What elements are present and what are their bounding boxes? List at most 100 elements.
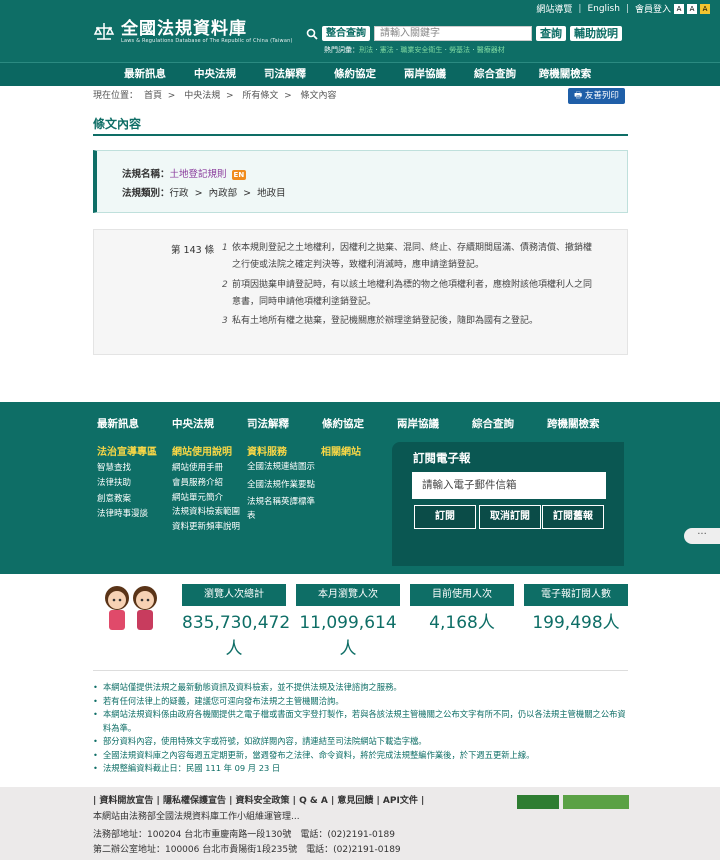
english-link[interactable]: English [587,4,620,14]
footer-link[interactable]: 網站單元簡介 [172,491,240,506]
nav-latest-news[interactable]: 最新訊息 [110,63,180,86]
search-bar: 整合查詢 請輸入關鍵字 查詢 輔助說明 [306,26,622,41]
stat-value: 835,730,472人 [182,613,291,659]
breadcrumb-current: 條文內容 [300,91,337,101]
print-button[interactable]: 🖶 友善列印 [568,88,625,104]
old-newsletters-button[interactable]: 訂閱舊報 [542,505,604,529]
nav-treaties[interactable]: 條約協定 [320,63,390,86]
subscribe-button[interactable]: 訂閱 [414,505,476,529]
logo-scales-icon [93,23,115,40]
notice-list: 本網站僅提供法規之最新動態資訊及資料檢索，並不提供法規及法律諮詢之服務。 若有任… [93,670,628,776]
nav-cross-agency-search[interactable]: 跨機關檢索 [530,63,600,86]
footer-nav-item[interactable]: 中央法規 [172,416,247,431]
footer-nav-item[interactable]: 兩岸協議 [397,416,472,431]
email-input[interactable]: 請輸入電子郵件信箱 [412,472,606,499]
stat-total-visits: 瀏覽人次總計 835,730,472人 [182,584,291,662]
font-small-button[interactable]: A [674,3,684,14]
article-paragraph: 3 私有土地所有權之拋棄，登記機關應於辦理塗銷登記後，隨即為國有之登記。 [222,316,539,326]
stat-value: 199,498人 [532,613,620,633]
font-large-button[interactable]: A [700,3,710,14]
nav-integrated-search[interactable]: 綜合查詢 [460,63,530,86]
help-button[interactable]: 輔助說明 [570,26,622,41]
site-logo[interactable]: 全國法規資料庫 Laws & Regulations Database of T… [93,20,293,44]
hot-terms: 熱門詞彙：刑法 ‧ 憲法 ‧ 職業安全衛生 ‧ 勞基法 ‧ 醫療器材 [324,46,505,54]
sitemap-link[interactable]: 網站導覽 [536,2,572,15]
category-link[interactable]: 地政目 [257,188,286,199]
footer-col-data-service: 資料服務 全國法規連結圖示 全國法規作業要點 法規名稱英譯標準表 [247,446,315,523]
footer-link[interactable]: 資料更新頻率說明 [172,520,240,535]
footer-col-law-promotion: 法治宣導專區 智慧查找 法律扶助 創意教案 法律時事漫談 [97,446,165,522]
unsubscribe-button[interactable]: 取消訂閱 [479,505,541,529]
notice-item: 全國法規資料庫之內容每週五定期更新，當週發布之法律、命令資料，將於完成法規整編作… [93,749,628,763]
header: 網站導覽 | English | 會員登入 A A A 全國法規資料庫 Laws &… [0,0,720,62]
logo-subtitle: Laws & Regulations Database of The Repub… [121,38,293,44]
article-paragraph: 1 依本規則登記之土地權利，因權利之拋棄、混同、終止、存續期間屆滿、債務清償、撤銷… [222,243,593,270]
footer-link[interactable]: 全國法規作業要點 [247,479,315,493]
footer-link[interactable]: 智慧查找 [97,461,165,476]
footer-link[interactable]: 會員服務介紹 [172,476,240,491]
article-number: 第 143 條 [171,245,215,256]
footer-link[interactable]: 網站使用手冊 [172,461,240,476]
footer-link[interactable]: 法規資料檢索範圍 [172,505,240,520]
hot-term[interactable]: 刑法 [359,46,373,54]
top-links: 網站導覽 | English | 會員登入 A A A [536,2,710,15]
search-button[interactable]: 查詢 [536,26,566,41]
breadcrumb-central-laws[interactable]: 中央法規 [184,91,220,101]
footer-link[interactable]: 法規名稱英譯標準表 [247,496,315,523]
mascot-illustration [105,586,157,630]
newsletter-title: 訂閱電子報 [413,451,471,465]
footer-nav-item[interactable]: 最新訊息 [97,416,172,431]
page-title: 條文內容 [93,117,142,131]
hot-term[interactable]: 勞基法 [449,46,470,54]
hot-term[interactable]: 醫療器材 [477,46,505,54]
footer-col-site-help: 網站使用說明 網站使用手冊 會員服務介紹 網站單元簡介 法規資料檢索範圍 資料更… [172,446,240,535]
footer-nav-item[interactable]: 綜合查詢 [472,416,547,431]
stat-monthly-visits: 本月瀏覽人次 11,099,614人 [296,584,400,662]
category-link[interactable]: 行政 [170,188,189,199]
stat-value: 11,099,614人 [299,613,397,659]
footer-link[interactable]: 全國法規連結圖示 [247,461,315,475]
footer-link[interactable]: 法律扶助 [97,476,165,491]
notice-item: 本網站僅提供法規之最新動態資訊及資料檢索，並不提供法規及法律諮詢之服務。 [93,681,628,695]
breadcrumb-home[interactable]: 首頁 [144,91,162,101]
notice-item[interactable]: 部分資料內容，使用特殊文字或符號，如欲詳閱內容，請連結至司法院網站下載造字檔。 [93,735,628,749]
law-category-row: 法規類別：行政 > 內政部 > 地政目 [122,188,286,199]
hot-term[interactable]: 職業安全衛生 [400,46,442,54]
law-name-link[interactable]: 土地登記規則 [170,169,227,180]
article-box: 第 143 條 1 依本規則登記之土地權利，因權利之拋棄、混同、終止、存續期間屆滿… [93,229,628,355]
footer-nav-item[interactable]: 跨機關檢索 [547,416,622,431]
footer-nav-item[interactable]: 司法解釋 [247,416,322,431]
footer-nav-item[interactable]: 條約協定 [322,416,397,431]
breadcrumb-all-articles[interactable]: 所有條文 [242,91,278,101]
footer-link[interactable]: 創意教案 [97,492,165,507]
address-main: 法務部地址：100204 台北市重慶南路一段130號 電話：(02)2191-0… [93,830,395,840]
scroll-top-button[interactable]: ··· [684,528,720,544]
nav-cross-strait[interactable]: 兩岸協議 [390,63,460,86]
footer-link[interactable]: 法律時事漫談 [97,507,165,522]
member-login-link[interactable]: 會員登入 [635,2,671,15]
notice-item: 本網站法規資料係由政府各機關提供之電子檔或書面文字登打製作，若與各該法規主管機關… [93,708,628,735]
print-icon: 🖶 [574,91,585,101]
hot-term[interactable]: 憲法 [380,46,394,54]
font-medium-button[interactable]: A [687,3,697,14]
law-info-box: 法規名稱：土地登記規則 EN 法規類別：行政 > 內政部 > 地政目 [93,150,628,213]
newsletter-subscribe-box: 訂閱電子報 請輸入電子郵件信箱 訂閱 取消訂閱 訂閱舊報 [392,442,624,566]
nav-judicial-interpretations[interactable]: 司法解釋 [250,63,320,86]
stat-newsletter-subscribers: 電子報訂閱人數 199,498人 [524,584,628,636]
article-paragraph: 2 前項因拋棄申請登記時，有以該土地權利為標的物之他項權利者，應檢附該他項權利人之… [222,280,593,307]
footer-nav: 最新訊息 中央法規 司法解釋 條約協定 兩岸協議 綜合查詢 跨機關檢索 [97,416,622,431]
notice-item: 若有任何法律上的疑義，建議您可逕向發布法規之主管機關洽詢。 [93,695,628,709]
maintainer-text: 本網站由法務部全國法規資料庫工作小組維運管理... [93,812,300,822]
stat-value: 4,168人 [429,613,495,633]
notice-item: 法規整編資料截止日：民國 111 年 09 月 23 日 [93,762,628,776]
accessibility-badge[interactable] [517,795,559,809]
english-version-badge[interactable]: EN [231,170,247,180]
nav-central-laws[interactable]: 中央法規 [180,63,250,86]
category-link[interactable]: 內政部 [209,188,238,199]
law-name-row: 法規名稱：土地登記規則 EN [122,169,247,180]
logo-title: 全國法規資料庫 [121,19,247,39]
search-type-select[interactable]: 整合查詢 [322,26,370,41]
gov-open-data-badge[interactable] [563,795,629,809]
search-input[interactable]: 請輸入關鍵字 [374,26,532,41]
policy-links[interactable]: | 資料開放宣告 | 隱私權保護宣告 | 資料安全政策 | Q & A | 意見… [93,793,424,806]
